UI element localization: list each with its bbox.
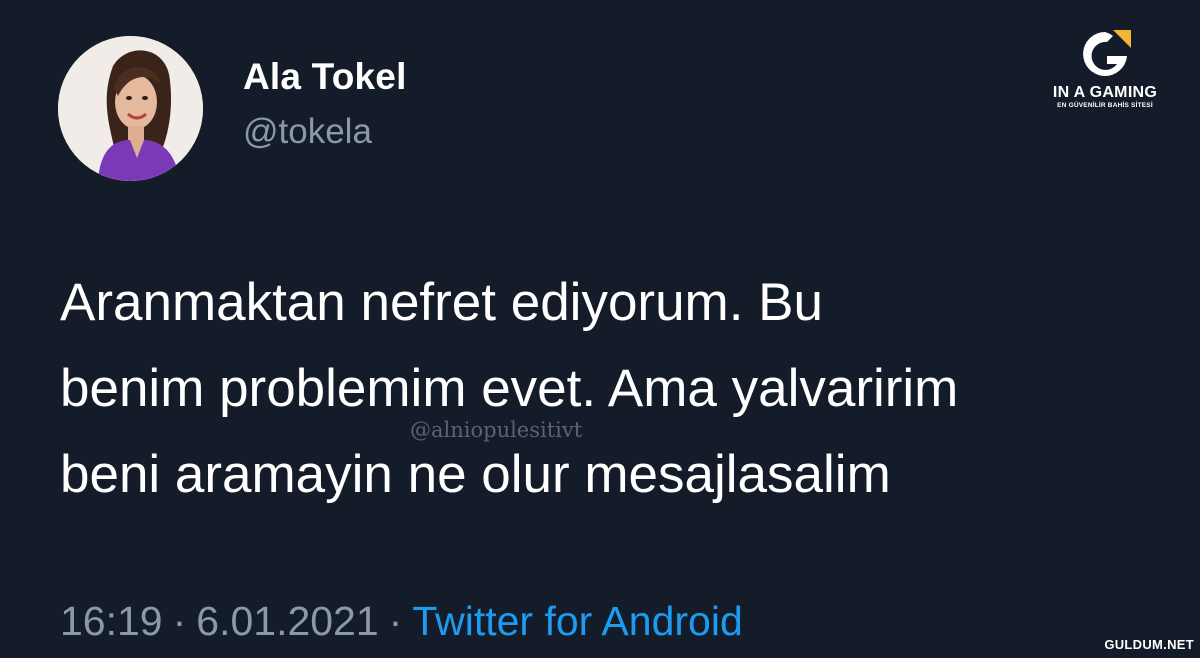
meta-separator: · xyxy=(388,598,403,644)
center-watermark: @alniopulesitivt xyxy=(410,418,583,442)
tweet-source-link[interactable]: Twitter for Android xyxy=(412,598,742,644)
site-watermark: GULDUM.NET xyxy=(1104,637,1194,652)
tweet-text-line: Aranmaktan nefret ediyorum. Bu xyxy=(60,273,823,332)
tweet-card: Ala Tokel @tokela Aranmaktan nefret ediy… xyxy=(0,0,1200,658)
author-handle[interactable]: @tokela xyxy=(243,112,372,152)
brand-tagline: EN GÜVENİLİR BAHİS SİTESİ xyxy=(1057,102,1153,109)
author-display-name[interactable]: Ala Tokel xyxy=(243,56,407,98)
tweet-text: Aranmaktan nefret ediyorum. Bu benim pro… xyxy=(60,260,1160,518)
tweet-time[interactable]: 16:19 xyxy=(60,598,163,644)
meta-separator: · xyxy=(172,598,187,644)
brand-name: IN A GAMING xyxy=(1052,84,1158,101)
tweet-date[interactable]: 6.01.2021 xyxy=(196,598,378,644)
brand-logo-icon xyxy=(1083,30,1131,76)
tweet-text-line: benim problemim evet. Ama yalvaririm xyxy=(60,359,959,418)
tweet-meta: 16:19 · 6.01.2021 · Twitter for Android xyxy=(60,598,743,645)
tweet-text-line: beni aramayin ne olur mesajlasalim xyxy=(60,445,891,504)
avatar-image xyxy=(58,36,203,181)
brand-watermark: IN A GAMING EN GÜVENİLİR BAHİS SİTESİ xyxy=(1040,26,1170,126)
avatar[interactable] xyxy=(58,36,203,181)
